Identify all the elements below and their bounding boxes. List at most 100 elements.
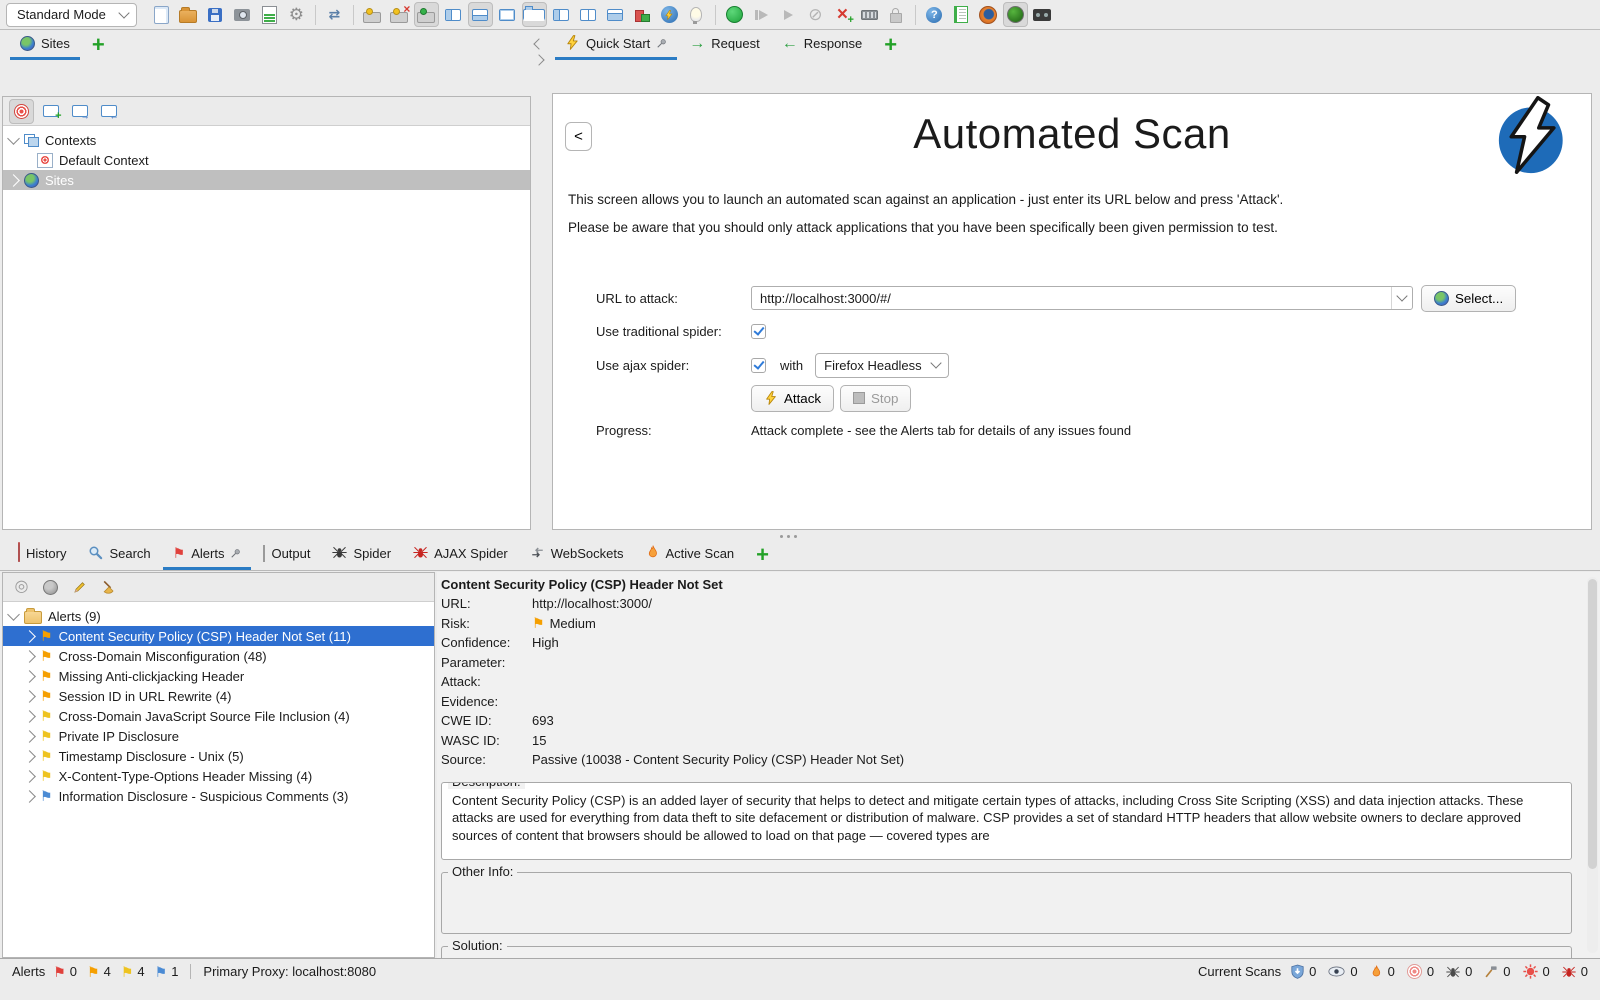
alert-tree-item[interactable]: ⚑Timestamp Disclosure - Unix (5) bbox=[3, 746, 434, 766]
add-tab-button[interactable]: + bbox=[82, 30, 115, 60]
add-tab-button[interactable]: + bbox=[746, 540, 779, 570]
tree-item-contexts[interactable]: Contexts bbox=[3, 130, 530, 150]
tab-ajax-spider[interactable]: AJAX Spider bbox=[403, 540, 518, 570]
record-icon[interactable] bbox=[722, 2, 747, 27]
layout-wide-bottom-icon[interactable] bbox=[603, 2, 628, 27]
alert-tree-item[interactable]: ⚑Information Disclosure - Suspicious Com… bbox=[3, 786, 434, 806]
continue-icon[interactable] bbox=[776, 2, 801, 27]
description-box[interactable]: Description: Content Security Policy (CS… bbox=[441, 782, 1572, 860]
expand-icon[interactable] bbox=[23, 630, 36, 643]
layout-left-panel-icon[interactable] bbox=[441, 2, 466, 27]
expand-icon[interactable] bbox=[23, 650, 36, 663]
snapshot-session-icon[interactable] bbox=[230, 2, 255, 27]
alert-tree-item[interactable]: ⚑Missing Anti-clickjacking Header bbox=[3, 666, 434, 686]
tree-item-default-context[interactable]: Default Context bbox=[3, 150, 530, 170]
url-to-attack-input[interactable]: http://localhost:3000/#/ bbox=[751, 286, 1413, 310]
browser-select[interactable]: Firefox Headless bbox=[815, 353, 949, 378]
tab-history[interactable]: History bbox=[8, 540, 76, 570]
layout-maximize-icon[interactable] bbox=[495, 2, 520, 27]
ajax-spider-checkbox[interactable] bbox=[751, 358, 766, 373]
lock-icon[interactable] bbox=[884, 2, 909, 27]
edit-alert-button[interactable] bbox=[67, 575, 92, 600]
expand-icon[interactable] bbox=[23, 750, 36, 763]
layout-split-left-icon[interactable] bbox=[549, 2, 574, 27]
expand-icon[interactable] bbox=[23, 770, 36, 783]
tab-websockets[interactable]: WebSockets bbox=[520, 540, 634, 570]
help-icon[interactable]: ? bbox=[922, 2, 947, 27]
session-properties-icon[interactable] bbox=[257, 2, 282, 27]
alert-tree-item[interactable]: ⚑Cross-Domain Misconfiguration (48) bbox=[3, 646, 434, 666]
tree-item-sites[interactable]: Sites bbox=[3, 170, 530, 190]
keyboard-icon[interactable] bbox=[857, 2, 882, 27]
detail-row: Risk:⚑Medium bbox=[441, 614, 1572, 634]
stop-button[interactable]: Stop bbox=[840, 385, 911, 412]
tab-names-icon[interactable] bbox=[522, 2, 547, 27]
expand-icon[interactable] bbox=[23, 670, 36, 683]
alert-tree-item[interactable]: ⚑Content Security Policy (CSP) Header No… bbox=[3, 626, 434, 646]
tab-alerts[interactable]: ⚑Alerts bbox=[163, 540, 252, 570]
solution-box[interactable]: Solution: bbox=[441, 946, 1572, 959]
tab-scroll-left-icon[interactable] bbox=[533, 38, 544, 49]
layout-columns-icon[interactable] bbox=[576, 2, 601, 27]
open-session-icon[interactable] bbox=[176, 2, 201, 27]
swap-panes-icon[interactable]: ⇄ bbox=[322, 2, 347, 27]
tab-output[interactable]: Output bbox=[253, 540, 320, 570]
toggle-toolbar-icon[interactable] bbox=[414, 2, 439, 27]
add-tab-button[interactable]: + bbox=[874, 30, 907, 60]
scope-target-gray-button[interactable]: ◎ bbox=[9, 575, 34, 600]
new-context-button[interactable] bbox=[38, 99, 63, 124]
scrollbar-thumb[interactable] bbox=[1588, 579, 1597, 869]
horizontal-splitter[interactable] bbox=[0, 532, 1600, 540]
tab-quick-start[interactable]: Quick Start bbox=[555, 30, 677, 60]
tab-response[interactable]: ←Response bbox=[772, 30, 873, 60]
tab-scroll-right-icon[interactable] bbox=[533, 54, 544, 65]
scope-target-button[interactable] bbox=[9, 99, 34, 124]
detail-scrollbar[interactable] bbox=[1587, 577, 1598, 953]
alert-tree-item[interactable]: ⚑Session ID in URL Rewrite (4) bbox=[3, 686, 434, 706]
expand-icon[interactable] bbox=[23, 710, 36, 723]
manage-addons-icon[interactable] bbox=[630, 2, 655, 27]
select-button[interactable]: Select... bbox=[1421, 285, 1516, 312]
tab-request[interactable]: →Request bbox=[679, 30, 769, 60]
alert-tree-item[interactable]: ⚑X-Content-Type-Options Header Missing (… bbox=[3, 766, 434, 786]
tab-sites[interactable]: Sites bbox=[10, 30, 80, 60]
hints-lightbulb-icon[interactable] bbox=[684, 2, 709, 27]
firefox-browser-icon[interactable] bbox=[976, 2, 1001, 27]
record-cassette-icon[interactable] bbox=[1030, 2, 1055, 27]
other-info-box[interactable]: Other Info: bbox=[441, 872, 1572, 934]
check-updates-icon[interactable] bbox=[657, 2, 682, 27]
hide-fields-icon[interactable] bbox=[387, 2, 412, 27]
url-dropdown-button[interactable] bbox=[1391, 287, 1412, 309]
collapse-icon[interactable] bbox=[7, 132, 20, 145]
options-gear-icon[interactable]: ⚙ bbox=[284, 2, 309, 27]
expand-icon[interactable] bbox=[7, 174, 20, 187]
new-session-icon[interactable] bbox=[149, 2, 174, 27]
hud-icon[interactable] bbox=[1003, 2, 1028, 27]
whats-new-icon[interactable] bbox=[949, 2, 974, 27]
persist-session-icon[interactable] bbox=[203, 2, 228, 27]
tab-search[interactable]: Search bbox=[78, 540, 160, 570]
tab-active-scan[interactable]: Active Scan bbox=[636, 540, 745, 570]
break-off-icon[interactable]: ⊘ bbox=[803, 2, 828, 27]
step-icon[interactable] bbox=[749, 2, 774, 27]
import-context-button[interactable] bbox=[67, 99, 92, 124]
break-add-icon[interactable]: ×+ bbox=[830, 2, 855, 27]
clear-alerts-button[interactable] bbox=[96, 575, 121, 600]
expand-icon[interactable] bbox=[23, 690, 36, 703]
alert-tree-item[interactable]: ⚑Cross-Domain JavaScript Source File Inc… bbox=[3, 706, 434, 726]
alerts-root-item[interactable]: Alerts (9) bbox=[3, 606, 434, 626]
lightning-icon bbox=[764, 391, 778, 405]
alert-tree-item[interactable]: ⚑Private IP Disclosure bbox=[3, 726, 434, 746]
mode-select[interactable]: Standard Mode bbox=[6, 3, 137, 27]
layout-bottom-panel-icon[interactable] bbox=[468, 2, 493, 27]
splitter-handle[interactable] bbox=[780, 535, 797, 538]
export-context-button[interactable] bbox=[96, 99, 121, 124]
show-fields-icon[interactable] bbox=[360, 2, 385, 27]
expand-icon[interactable] bbox=[23, 730, 36, 743]
expand-icon[interactable] bbox=[23, 790, 36, 803]
tab-spider[interactable]: Spider bbox=[322, 540, 401, 570]
traditional-spider-checkbox[interactable] bbox=[751, 324, 766, 339]
attack-button[interactable]: Attack bbox=[751, 385, 834, 412]
scope-globe-gray-button[interactable] bbox=[38, 575, 63, 600]
collapse-icon[interactable] bbox=[7, 608, 20, 621]
